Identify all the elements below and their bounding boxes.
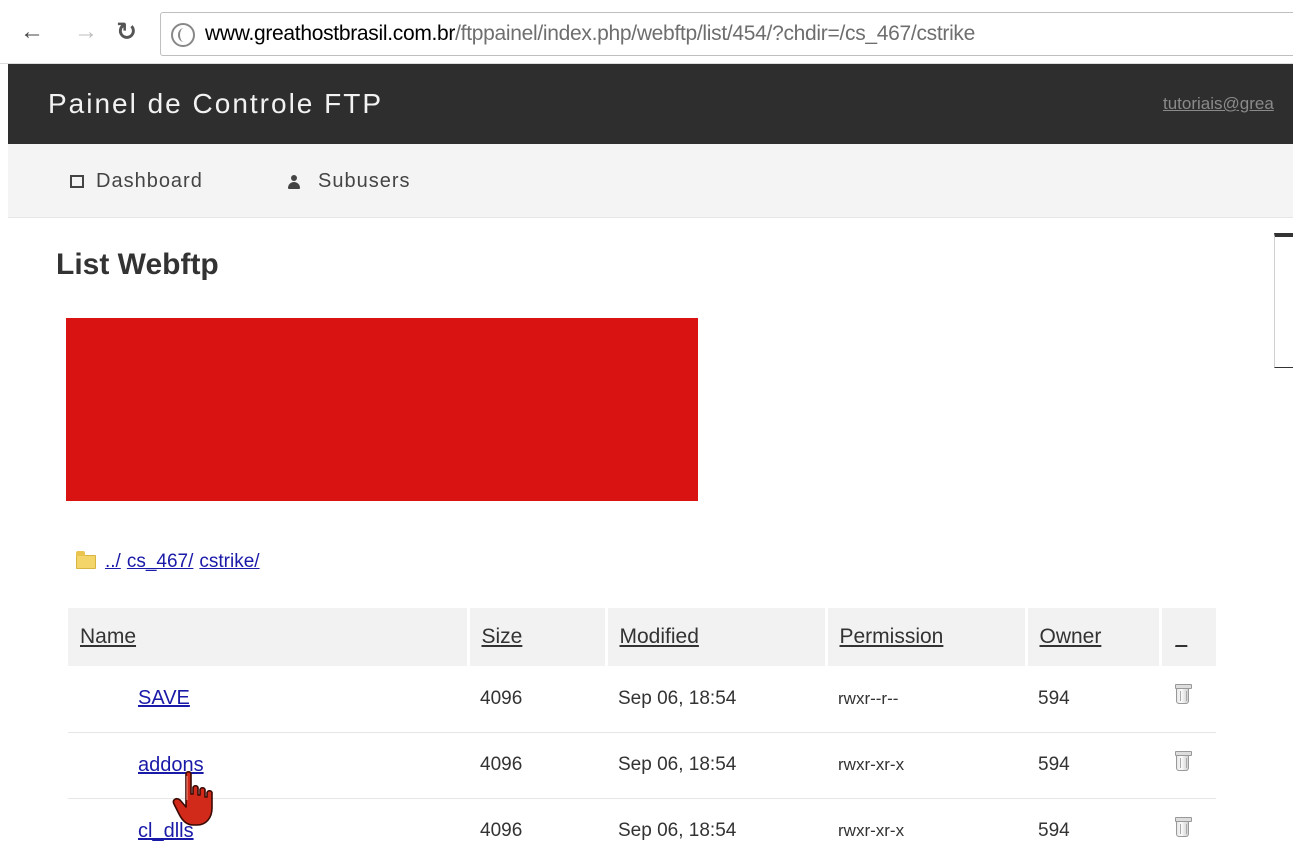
redacted-area [66, 318, 698, 501]
cell-actions [1160, 666, 1216, 733]
cell-size: 4096 [468, 666, 606, 733]
reload-icon[interactable]: ↻ [116, 18, 137, 46]
square-icon [70, 175, 84, 188]
cell-actions [1160, 732, 1216, 799]
globe-icon [171, 23, 195, 47]
nav-dashboard[interactable]: Dashboard [70, 170, 203, 193]
cell-modified: Sep 06, 18:54 [606, 666, 826, 733]
trash-icon[interactable] [1175, 750, 1192, 771]
table-row: cl_dlls 4096 Sep 06, 18:54 rwxr-xr-x 594 [68, 798, 1216, 841]
browser-toolbar: ← → ↻ www.greathostbrasil.com.br/ftppain… [0, 0, 1293, 64]
cell-name: cl_dlls [68, 798, 468, 841]
side-scrollbar[interactable] [1274, 233, 1293, 368]
page-title: List Webftp [56, 248, 219, 281]
breadcrumb-cstrike[interactable]: cstrike/ [199, 551, 259, 573]
table-row: SAVE 4096 Sep 06, 18:54 rwxr--r-- 594 [68, 666, 1216, 733]
cell-modified: Sep 06, 18:54 [606, 798, 826, 841]
file-table: Name Size Modified Permission Owner _ SA… [68, 608, 1216, 841]
user-icon [288, 174, 300, 189]
header-owner[interactable]: Owner [1026, 608, 1162, 666]
hand-cursor-icon [172, 770, 213, 826]
header-name[interactable]: Name [68, 608, 470, 666]
header-actions: _ [1175, 625, 1188, 648]
cell-name: SAVE [68, 666, 468, 733]
url-host: www.greathostbrasil.com.br [205, 22, 456, 45]
cell-owner: 594 [1026, 798, 1160, 841]
cell-actions [1160, 798, 1216, 841]
header-size[interactable]: Size [468, 608, 608, 666]
cell-permission: rwxr--r-- [826, 666, 1026, 733]
cell-size: 4096 [468, 732, 606, 799]
table-row: addons 4096 Sep 06, 18:54 rwxr-xr-x 594 [68, 732, 1216, 799]
breadcrumb-parent[interactable]: ../ [105, 551, 121, 573]
nav-dashboard-label: Dashboard [96, 170, 203, 192]
header-modified[interactable]: Modified [606, 608, 828, 666]
table-header-row: Name Size Modified Permission Owner _ [68, 608, 1216, 666]
nav-subusers-label: Subusers [318, 170, 411, 192]
url-path: /ftppainel/index.php/webftp/list/454/?ch… [455, 22, 976, 45]
forward-arrow-icon[interactable]: → [74, 18, 98, 46]
breadcrumb: ../ cs_467/ cstrike/ [76, 551, 260, 573]
main-nav: Dashboard Subusers [8, 144, 1293, 218]
address-bar[interactable]: www.greathostbrasil.com.br/ftppainel/ind… [160, 12, 1293, 56]
cell-owner: 594 [1026, 666, 1160, 733]
url-text[interactable]: www.greathostbrasil.com.br/ftppainel/ind… [205, 22, 975, 46]
header-permission[interactable]: Permission [826, 608, 1028, 666]
app-header: Painel de Controle FTP tutoriais@grea [8, 64, 1293, 144]
cell-size: 4096 [468, 798, 606, 841]
cell-owner: 594 [1026, 732, 1160, 799]
trash-icon[interactable] [1175, 816, 1192, 837]
cell-permission: rwxr-xr-x [826, 798, 1026, 841]
nav-subusers[interactable]: Subusers [288, 170, 411, 193]
back-arrow-icon[interactable]: ← [20, 18, 44, 46]
cell-permission: rwxr-xr-x [826, 732, 1026, 799]
user-email-link[interactable]: tutoriais@grea [1163, 94, 1293, 114]
file-link[interactable]: SAVE [138, 687, 190, 709]
breadcrumb-cs467[interactable]: cs_467/ [127, 551, 194, 573]
trash-icon[interactable] [1175, 684, 1192, 705]
app-title[interactable]: Painel de Controle FTP [48, 88, 383, 120]
cell-name: addons [68, 732, 468, 799]
cell-modified: Sep 06, 18:54 [606, 732, 826, 799]
folder-icon [76, 551, 96, 569]
